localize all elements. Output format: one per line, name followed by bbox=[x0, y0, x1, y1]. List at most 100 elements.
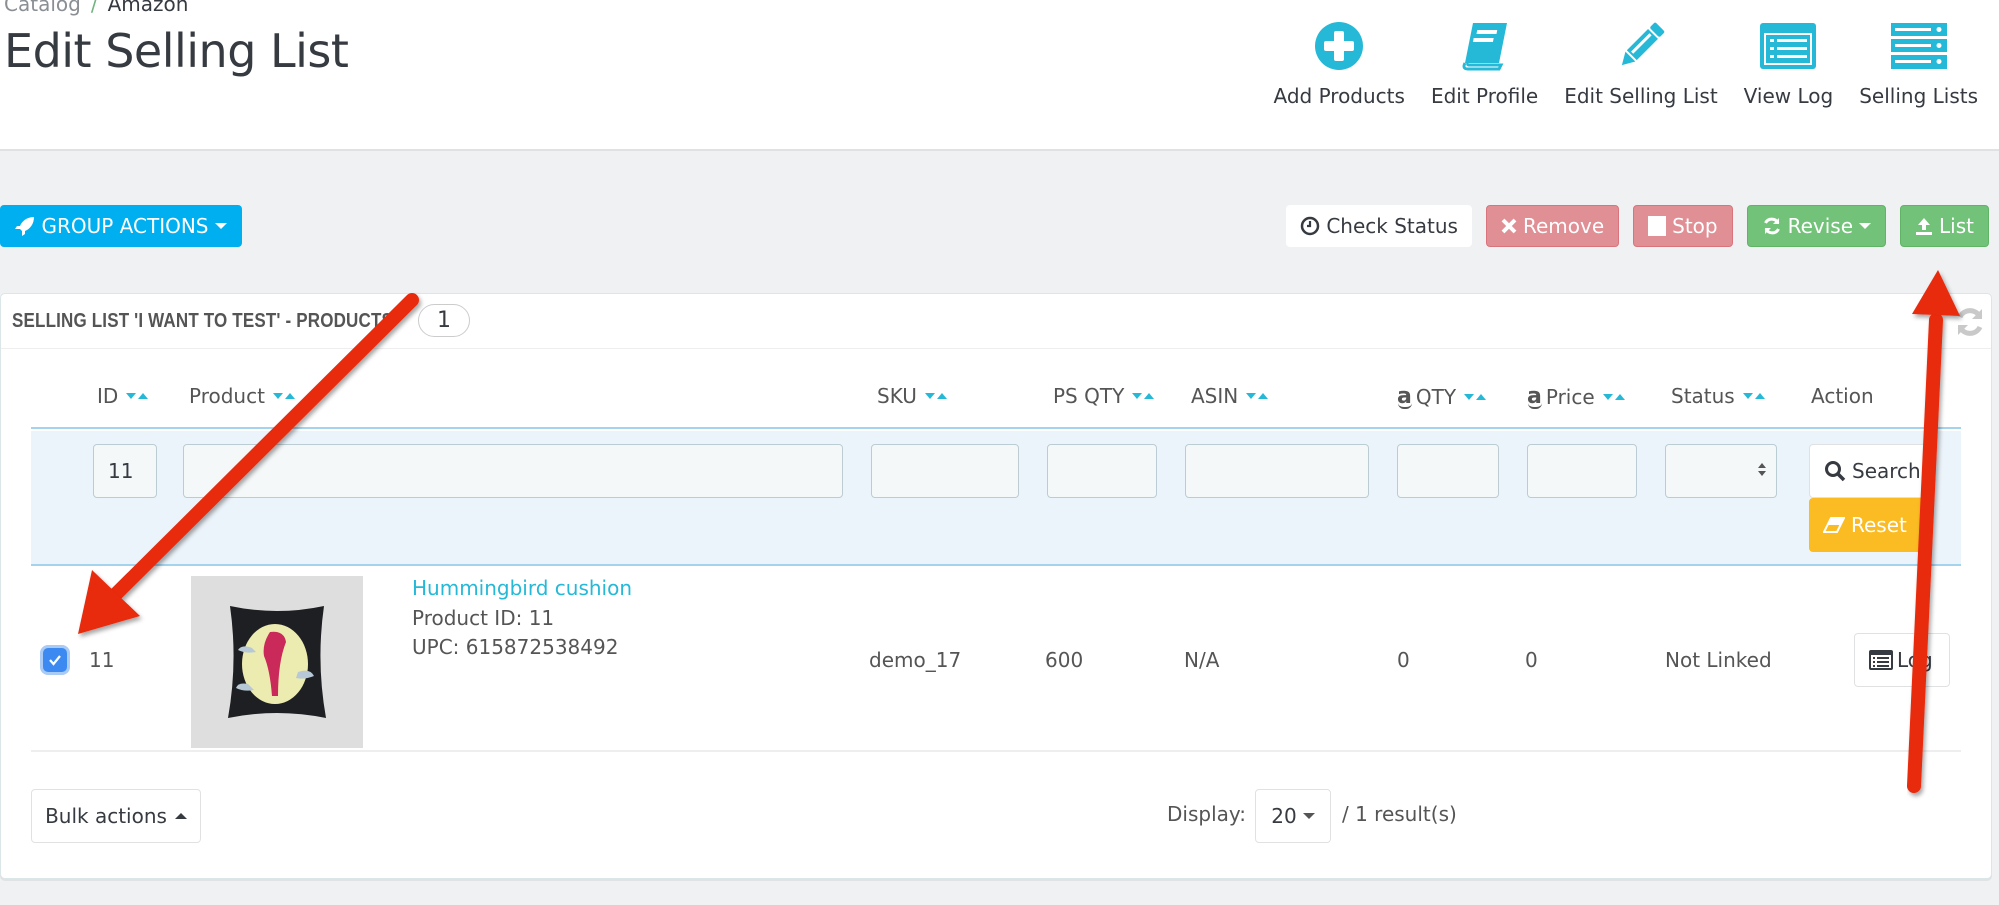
sort-asc-icon[interactable] bbox=[1144, 393, 1155, 399]
sort-controls[interactable] bbox=[1742, 393, 1765, 399]
stop-icon bbox=[1648, 216, 1667, 236]
toolbar-label: View Log bbox=[1743, 84, 1834, 108]
view-log-button[interactable]: Log bbox=[1854, 633, 1950, 687]
panel-title: SELLING LIST 'I WANT TO TEST' - PRODUCTS bbox=[12, 309, 394, 332]
sort-asc-icon[interactable] bbox=[284, 393, 295, 399]
cushion-image bbox=[228, 606, 326, 718]
chevron-down-icon bbox=[214, 223, 227, 229]
close-icon bbox=[1501, 218, 1517, 234]
toolbar-selling-lists[interactable]: Selling Lists bbox=[1846, 18, 1991, 108]
sort-asc-icon[interactable] bbox=[1258, 393, 1269, 399]
column-label: Price bbox=[1545, 384, 1595, 409]
group-actions-button[interactable]: GROUP ACTIONS bbox=[0, 205, 242, 247]
sort-asc-icon[interactable] bbox=[1614, 393, 1625, 400]
reset-button[interactable]: Reset bbox=[1809, 498, 1929, 552]
breadcrumb-current: Amazon bbox=[107, 0, 189, 16]
breadcrumb-parent[interactable]: Catalog bbox=[4, 0, 81, 16]
column-ps-qty: PS QTY bbox=[1053, 384, 1155, 408]
filter-asin-input[interactable] bbox=[1185, 444, 1369, 498]
selling-list-panel: SELLING LIST 'I WANT TO TEST' - PRODUCTS… bbox=[0, 293, 1992, 879]
breadcrumb-separator: / bbox=[90, 0, 98, 16]
column-label: Status bbox=[1671, 384, 1735, 408]
sort-controls[interactable] bbox=[1132, 393, 1155, 399]
sort-asc-icon[interactable] bbox=[138, 393, 149, 399]
product-upc-text: UPC: 615872538492 bbox=[412, 635, 619, 659]
list-button[interactable]: List bbox=[1900, 205, 1989, 247]
toolbar-view-log[interactable]: View Log bbox=[1731, 18, 1847, 108]
column-label: PS QTY bbox=[1053, 384, 1125, 408]
sort-controls[interactable] bbox=[126, 393, 149, 399]
filter-product-input[interactable] bbox=[183, 444, 843, 498]
column-action: Action bbox=[1811, 384, 1874, 408]
toolbar-edit-profile[interactable]: Edit Profile bbox=[1418, 18, 1551, 108]
sort-desc-icon[interactable] bbox=[1132, 393, 1143, 399]
sort-controls[interactable] bbox=[1602, 393, 1625, 400]
list-label: List bbox=[1939, 214, 1974, 238]
page-title: Edit Selling List bbox=[4, 24, 349, 78]
toolbar-label: Selling Lists bbox=[1859, 84, 1978, 108]
toolbar-add-products[interactable]: Add Products bbox=[1261, 18, 1418, 108]
chevron-up-icon bbox=[174, 813, 187, 819]
cell-status: Not Linked bbox=[1665, 648, 1772, 672]
pagination-select[interactable]: 20 bbox=[1255, 789, 1331, 843]
refresh-list-icon[interactable] bbox=[1954, 306, 1986, 338]
column-status: Status bbox=[1671, 384, 1765, 408]
sort-controls[interactable] bbox=[272, 393, 295, 399]
filter-status-select[interactable] bbox=[1665, 444, 1777, 498]
sort-controls[interactable] bbox=[924, 393, 947, 399]
cell-amazon-qty: 0 bbox=[1397, 648, 1410, 672]
sort-asc-icon[interactable] bbox=[1476, 393, 1487, 400]
toolbar-edit-selling-list[interactable]: Edit Selling List bbox=[1551, 18, 1730, 108]
book-icon bbox=[1457, 18, 1513, 74]
revise-button[interactable]: Revise bbox=[1746, 205, 1887, 247]
rocket-icon bbox=[15, 217, 35, 236]
sort-desc-icon[interactable] bbox=[1464, 393, 1475, 400]
sort-controls[interactable] bbox=[1464, 393, 1487, 400]
column-id: ID bbox=[97, 384, 149, 408]
column-product: Product bbox=[189, 384, 295, 408]
bulk-actions-button[interactable]: Bulk actions bbox=[31, 789, 201, 843]
cell-ps-qty: 600 bbox=[1045, 648, 1084, 672]
search-button[interactable]: Search bbox=[1809, 444, 1929, 498]
product-count-badge: 1 bbox=[418, 304, 470, 337]
sort-desc-icon[interactable] bbox=[1742, 393, 1753, 399]
stop-button[interactable]: Stop bbox=[1633, 205, 1733, 247]
filter-amazon-price-input[interactable] bbox=[1527, 444, 1637, 498]
revise-label: Revise bbox=[1787, 214, 1854, 238]
refresh-icon bbox=[1763, 217, 1780, 235]
sort-desc-icon[interactable] bbox=[126, 393, 137, 399]
stop-label: Stop bbox=[1672, 214, 1718, 238]
filter-ps-qty-input[interactable] bbox=[1047, 444, 1157, 498]
chevron-down-icon bbox=[1859, 223, 1872, 229]
product-id-text: Product ID: 11 bbox=[412, 606, 555, 630]
cell-id: 11 bbox=[89, 648, 115, 672]
product-name-link[interactable]: Hummingbird cushion bbox=[412, 576, 632, 600]
check-status-button[interactable]: Check Status bbox=[1286, 205, 1472, 247]
cell-asin: N/A bbox=[1184, 648, 1220, 672]
sort-asc-icon[interactable] bbox=[936, 393, 947, 399]
column-label: ID bbox=[97, 384, 119, 408]
filter-id-input[interactable] bbox=[93, 444, 157, 498]
table-row: 11 Hummingbird cushion Product ID: 11 UP… bbox=[31, 568, 1961, 752]
filter-sku-input[interactable] bbox=[871, 444, 1019, 498]
column-label: ASIN bbox=[1191, 384, 1239, 408]
toolbar-label: Add Products bbox=[1273, 84, 1405, 108]
row-checkbox[interactable] bbox=[43, 648, 67, 672]
sort-desc-icon[interactable] bbox=[1602, 393, 1613, 400]
filter-amazon-qty-input[interactable] bbox=[1397, 444, 1499, 498]
product-thumbnail[interactable] bbox=[191, 576, 363, 748]
sort-desc-icon[interactable] bbox=[924, 393, 935, 399]
sort-desc-icon[interactable] bbox=[1246, 393, 1257, 399]
chevron-down-icon bbox=[1302, 813, 1315, 819]
select-arrows-icon bbox=[1758, 463, 1766, 476]
server-icon bbox=[1890, 18, 1947, 74]
reset-label: Reset bbox=[1851, 513, 1907, 537]
sort-desc-icon[interactable] bbox=[272, 393, 283, 399]
column-label: Product bbox=[189, 384, 265, 408]
list-window-icon bbox=[1760, 18, 1817, 74]
sort-asc-icon[interactable] bbox=[1754, 393, 1765, 399]
upload-icon bbox=[1916, 218, 1933, 235]
remove-button[interactable]: Remove bbox=[1485, 205, 1620, 247]
clock-icon bbox=[1301, 216, 1320, 236]
sort-controls[interactable] bbox=[1246, 393, 1269, 399]
